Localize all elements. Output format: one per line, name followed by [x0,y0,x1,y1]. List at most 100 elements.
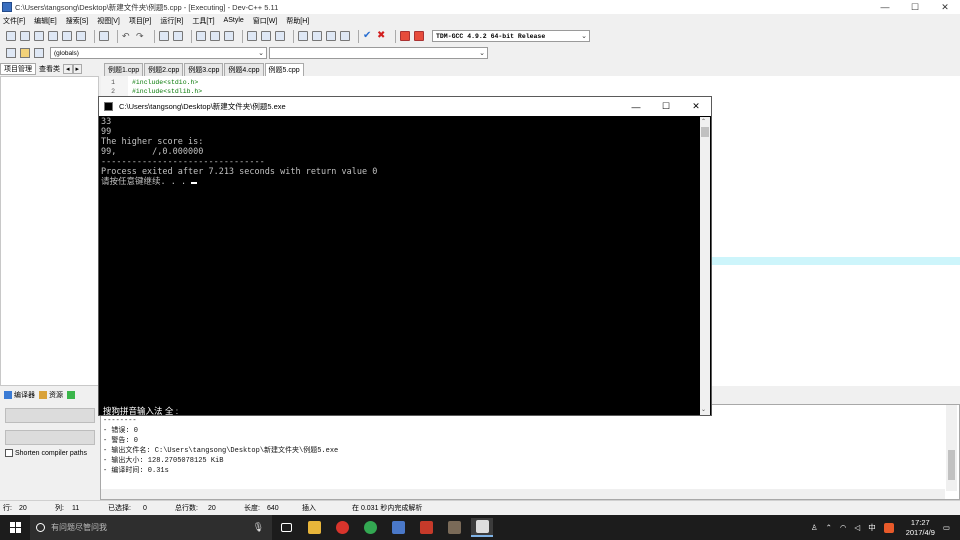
task-view-icon[interactable] [275,518,297,537]
tab-scroll-left-icon[interactable]: ◂ [63,63,73,74]
start-button[interactable] [0,515,30,540]
status-row: 20 [19,504,27,512]
cortana-search-box[interactable]: 有问题尽管问我 🎙 [30,515,272,540]
goto-line-icon[interactable] [196,31,206,41]
menu-run[interactable]: 运行[R] [160,16,183,26]
tab-file-4[interactable]: 例题4.cpp [224,63,264,76]
scroll-down-icon[interactable]: ⌄ [701,406,706,413]
console-minimize-button[interactable]: — [621,97,651,116]
minimize-button[interactable]: — [870,0,900,14]
tab-file-2[interactable]: 例题2.cpp [144,63,184,76]
tab-class-view[interactable]: 查看类 [36,64,63,74]
compiler-action-button[interactable] [5,430,95,445]
menu-file[interactable]: 文件[F] [3,16,25,26]
current-line-highlight [712,257,960,265]
grid-icon[interactable] [340,31,350,41]
class-browser-icon[interactable] [312,31,322,41]
status-len: 640 [267,504,279,512]
new-project-icon[interactable] [298,31,308,41]
tab-project-manager[interactable]: 项目管理 [0,62,36,75]
goto-icon[interactable] [34,48,44,58]
file-explorer-icon[interactable] [303,518,325,537]
profile-chart-icon[interactable] [400,31,410,41]
save-all-icon[interactable] [48,31,58,41]
toggle-icon[interactable] [20,48,30,58]
console-maximize-button[interactable]: ☐ [651,97,681,116]
open-file-icon[interactable] [20,31,30,41]
scrollbar-thumb[interactable] [948,450,955,480]
ime-indicator[interactable]: 中 [868,522,876,533]
menu-help[interactable]: 帮助[H] [286,16,309,26]
checkbox-box[interactable] [5,449,13,457]
devcpp-taskbar-icon[interactable] [387,518,409,537]
tab-compiler[interactable]: 编译器 [14,390,35,400]
microphone-icon[interactable]: 🎙 [253,522,264,533]
tab-file-5[interactable]: 例题5.cpp [264,63,304,76]
volume-icon[interactable]: ◁ [854,523,860,532]
scroll-up-icon[interactable]: ⌃ [701,118,706,125]
scope-toolbar: (globals) ⌄ ⌄ [0,45,960,61]
close-all-icon[interactable] [76,31,86,41]
menu-search[interactable]: 搜索[S] [66,16,89,26]
notifications-icon[interactable]: ▭ [943,523,950,532]
shorten-paths-checkbox[interactable]: Shorten compiler paths [5,449,87,457]
netease-music-icon[interactable] [331,518,353,537]
compile-log[interactable]: -------- - 错误: 0 - 警告: 0 - 输出文件名: C:\Use… [100,404,960,500]
log-vertical-scrollbar[interactable] [946,405,957,491]
console-scrollbar[interactable]: ⌃ ⌄ [700,117,710,415]
console-close-button[interactable]: ✕ [681,97,711,116]
game-app-icon[interactable] [443,518,465,537]
status-row-label: 行: [3,505,12,512]
save-icon[interactable] [34,31,44,41]
log-line: - 警告: 0 [103,437,139,445]
maximize-button[interactable]: ☐ [900,0,930,14]
indent-icon[interactable] [247,31,257,41]
tab-scroll-right-icon[interactable]: ▸ [72,63,83,74]
tab-file-3[interactable]: 例题3.cpp [184,63,224,76]
comment-icon[interactable] [275,31,285,41]
menu-edit[interactable]: 编辑[E] [34,16,57,26]
menu-tools[interactable]: 工具[T] [192,16,214,26]
wifi-icon[interactable]: ◠ [840,523,847,532]
log-horizontal-scrollbar[interactable] [101,489,945,499]
status-total-label: 总行数: [175,505,198,512]
check-icon[interactable]: ✔ [363,31,373,41]
sogou-ime-icon[interactable] [883,522,894,533]
unindent-icon[interactable] [261,31,271,41]
red-app-icon[interactable] [415,518,437,537]
redo-icon[interactable]: ↷ [136,31,146,41]
members-select[interactable]: ⌄ [269,47,488,59]
project-options-icon[interactable] [326,31,336,41]
print-icon[interactable] [99,31,109,41]
stop-execution-icon[interactable]: ✖ [377,31,387,41]
abort-compilation-button[interactable] [5,408,95,423]
console-taskbar-icon[interactable] [471,518,493,537]
tab-resources[interactable]: 资源 [49,390,63,400]
fullscreen-icon[interactable] [210,31,220,41]
menu-project[interactable]: 项目[P] [129,16,152,26]
undo-icon[interactable]: ↶ [122,31,132,41]
people-icon[interactable]: ♙ [811,523,818,532]
close-file-icon[interactable] [62,31,72,41]
menu-astyle[interactable]: AStyle [224,17,244,24]
tab-file-1[interactable]: 例题1.cpp [104,63,144,76]
replace-icon[interactable] [173,31,183,41]
project-tree[interactable] [0,76,99,386]
console-window[interactable]: C:\Users\tangsong\Desktop\新建文件夹\例题5.exe … [98,96,712,416]
scope-select[interactable]: (globals) ⌄ [50,47,267,59]
menu-window[interactable]: 窗口[W] [253,16,278,26]
new-file-icon[interactable] [6,31,16,41]
console-scrollbar-thumb[interactable] [701,127,709,137]
find-icon[interactable] [159,31,169,41]
toggle-bookmark-icon[interactable] [224,31,234,41]
menu-view[interactable]: 视图[V] [97,16,120,26]
chart-tab-icon[interactable] [67,391,75,399]
show-hidden-icons-icon[interactable]: ⌃ [826,523,832,532]
clock[interactable]: 17:27 2017/4/9 [906,518,935,538]
browser-icon[interactable] [359,518,381,537]
insert-icon[interactable] [6,48,16,58]
close-button[interactable]: ✕ [930,0,960,14]
compiler-select[interactable]: TDM-GCC 4.9.2 64-bit Release ⌄ [432,30,590,42]
delete-profile-icon[interactable] [414,31,424,41]
chevron-down-icon: ⌄ [581,33,587,40]
